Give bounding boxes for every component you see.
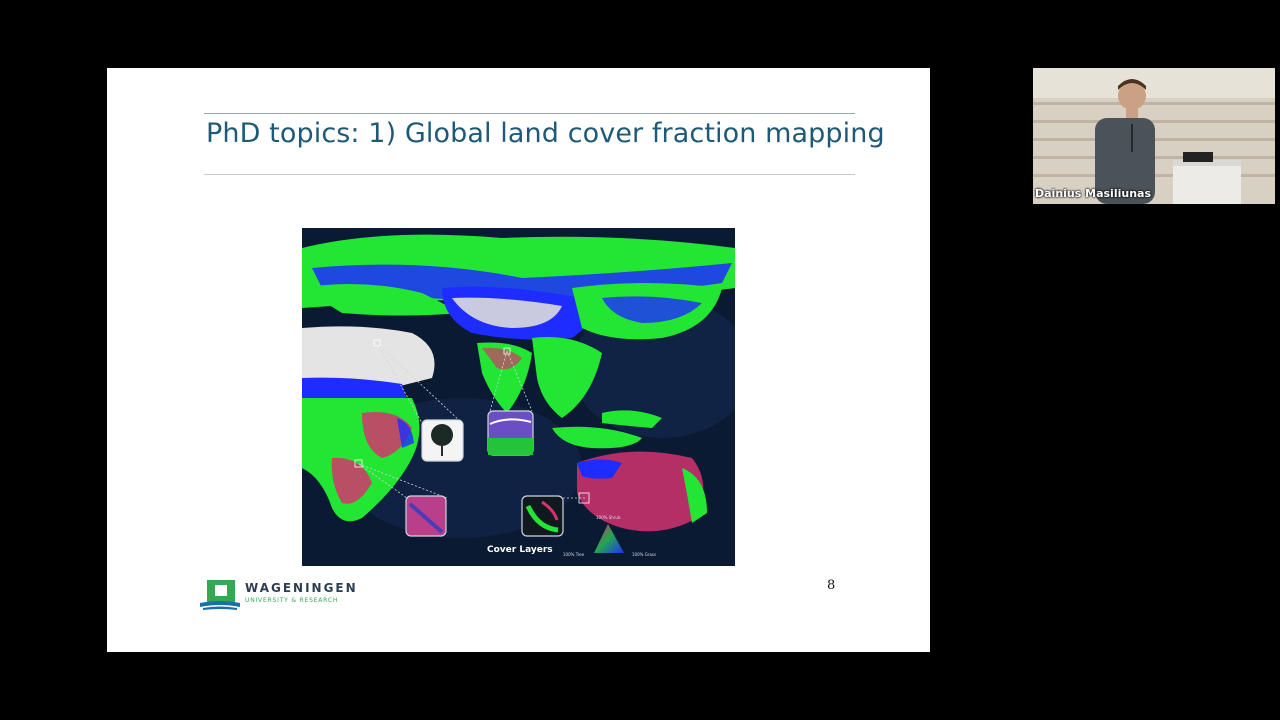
triangle-label-top: 100% Shrub (596, 515, 621, 520)
land-cover-map-graphic (302, 228, 735, 566)
speaker-webcam: Dainius Masiliunas (1033, 68, 1275, 204)
logo-name: WAGENINGEN (245, 581, 358, 595)
tree-inset (421, 419, 464, 462)
speaker-name: Dainius Masiliunas (1035, 187, 1151, 200)
slide-page-number: 8 (827, 578, 836, 593)
logo-subtitle: UNIVERSITY & RESEARCH (245, 597, 339, 604)
presentation-slide: PhD topics: 1) Global land cover fractio… (107, 68, 930, 652)
webcam-video (1033, 68, 1275, 204)
wur-logo-icon (200, 580, 240, 610)
map-caption: Cover Layers (487, 545, 553, 555)
title-top-rule (204, 113, 855, 114)
slide-title: PhD topics: 1) Global land cover fractio… (206, 118, 885, 149)
grass-inset (487, 410, 534, 456)
land-cover-map: Cover Layers 100% Shrub 100% Tree 100% G… (302, 228, 735, 566)
triangle-label-right: 100% Grass (632, 552, 657, 557)
wageningen-logo: WAGENINGEN UNIVERSITY & RESEARCH (199, 579, 364, 613)
mixed-inset (521, 495, 564, 537)
shrub-inset (405, 495, 447, 537)
triangle-label-left: 100% Tree (563, 552, 585, 557)
title-bottom-rule (204, 174, 855, 175)
